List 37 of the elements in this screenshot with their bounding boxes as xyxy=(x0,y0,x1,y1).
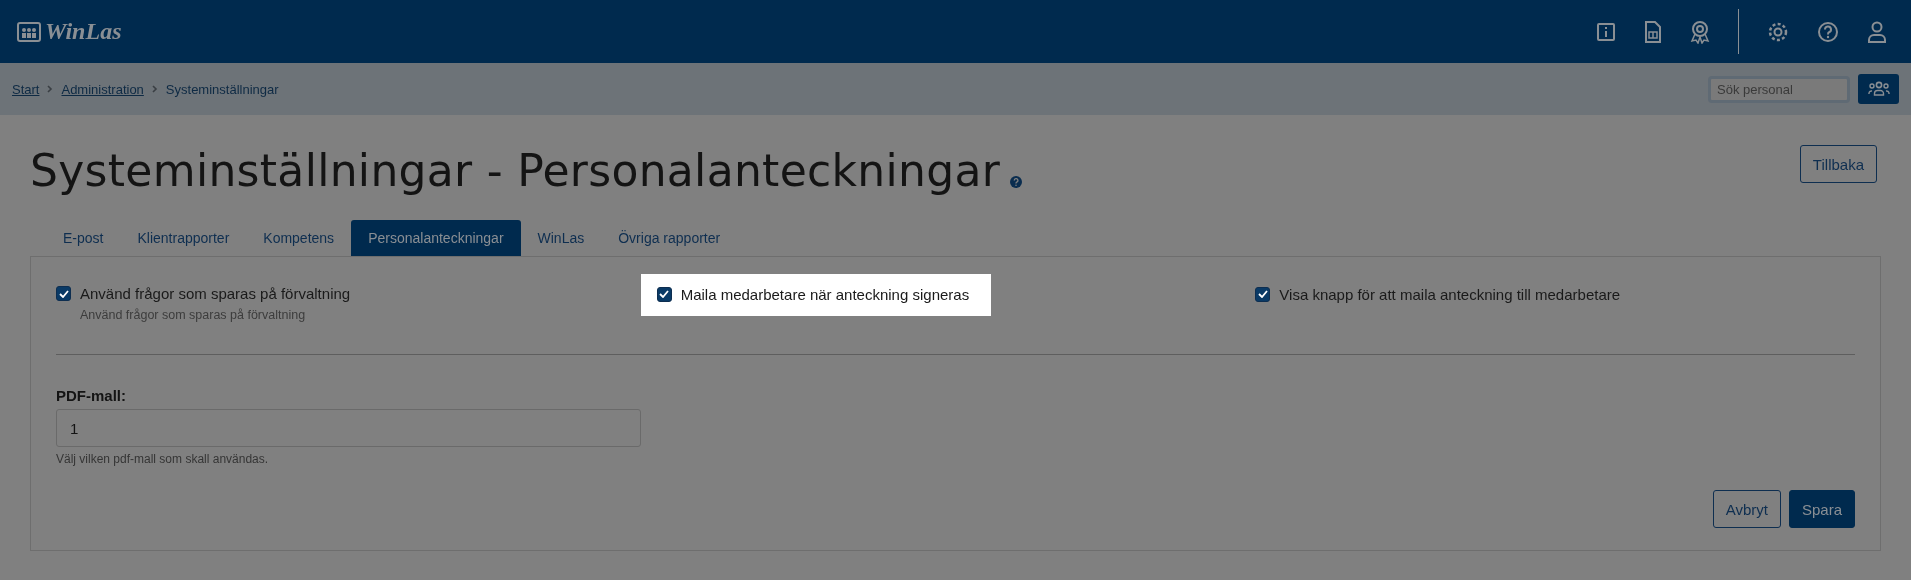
tab[interactable]: Personalanteckningar xyxy=(351,220,521,256)
cancel-button[interactable]: Avbryt xyxy=(1712,490,1781,528)
checkbox[interactable] xyxy=(1255,286,1271,302)
tab[interactable]: Kompetens xyxy=(246,220,352,256)
pdf-template-field[interactable]: 1 xyxy=(56,409,641,447)
tab[interactable]: Klientrapporter xyxy=(120,220,247,256)
staff-button[interactable] xyxy=(1858,74,1899,104)
spreadsheet-file-icon[interactable] xyxy=(1644,20,1662,43)
chevron-icon xyxy=(47,85,54,93)
back-button[interactable]: Tillbaka xyxy=(1799,145,1877,183)
checkbox-label: Visa knapp för att maila anteckning till medarbetare xyxy=(1279,285,1621,303)
people-icon xyxy=(17,21,41,42)
field-help-text: Välj vilken pdf-mall som skall användas. xyxy=(56,452,270,466)
checkbox[interactable] xyxy=(56,286,71,301)
help-icon[interactable] xyxy=(1010,176,1023,188)
settings-icon[interactable] xyxy=(1767,20,1789,43)
checkbox[interactable] xyxy=(656,286,672,302)
user-icon[interactable] xyxy=(1867,20,1887,43)
award-icon[interactable] xyxy=(1690,19,1710,44)
field-label: PDF-mall: xyxy=(56,387,127,404)
breadcrumb-link[interactable]: Administration xyxy=(61,81,144,97)
save-button[interactable]: Spara xyxy=(1788,490,1855,528)
search-field[interactable]: Sök personal xyxy=(1708,75,1850,103)
page-title: Systeminställningar - Personalanteckningar xyxy=(30,145,1001,196)
help-icon[interactable] xyxy=(1817,20,1839,43)
info-icon[interactable] xyxy=(1596,21,1616,42)
breadcrumb-link[interactable]: Start xyxy=(12,81,40,97)
tab[interactable]: Övriga rapporter xyxy=(601,220,738,256)
checkbox-label: Maila medarbetare när anteckning signeras xyxy=(680,285,970,303)
breadcrumb-current: Systeminställningar xyxy=(165,81,279,97)
option-description: Använd frågor som sparas på förvaltning xyxy=(80,308,307,322)
chevron-icon xyxy=(151,85,158,93)
tab[interactable]: WinLas xyxy=(520,220,602,256)
group-icon xyxy=(1867,81,1890,97)
app-logo: WinLas xyxy=(45,18,122,45)
checkbox-label: Använd frågor som sparas på förvaltning xyxy=(80,285,351,302)
tab[interactable]: E-post xyxy=(46,220,121,256)
